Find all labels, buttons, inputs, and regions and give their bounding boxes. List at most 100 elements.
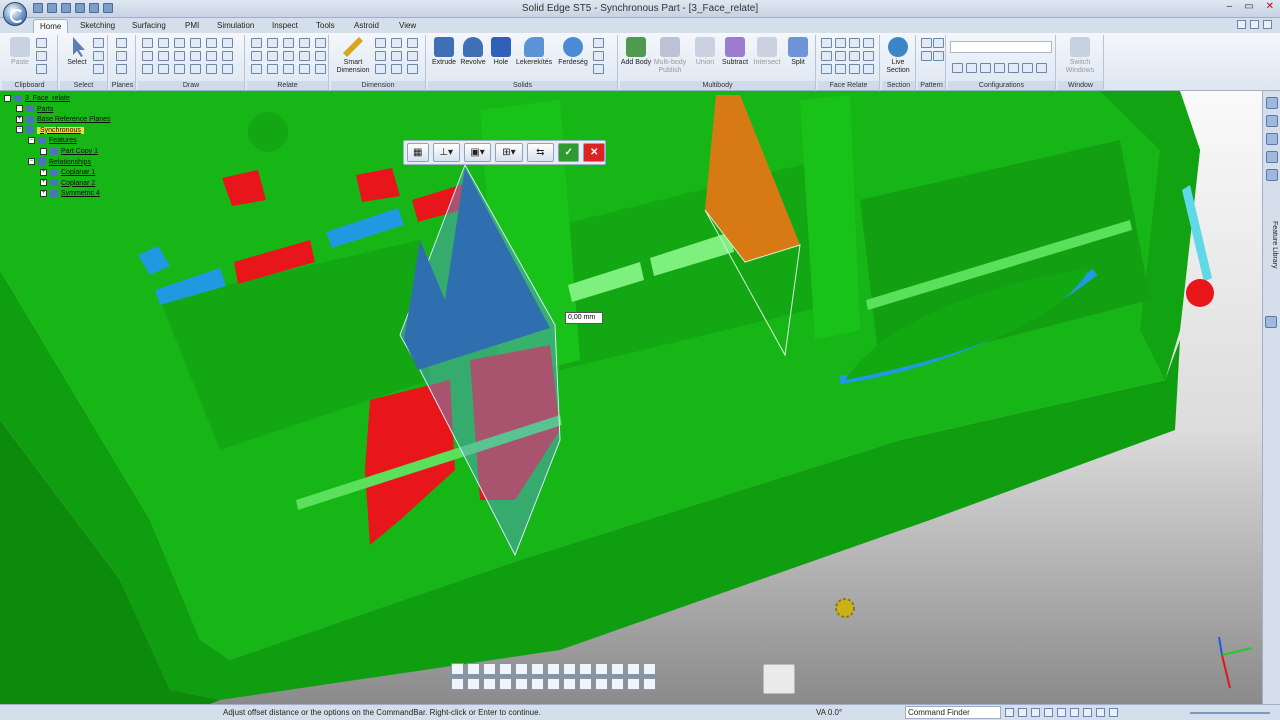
status-misc-icon[interactable] (1109, 708, 1118, 717)
lock-icon[interactable] (299, 38, 310, 48)
parallel-face-icon[interactable] (821, 51, 832, 61)
tree-item[interactable]: + Base Reference Planes (4, 115, 111, 126)
midpoint-icon[interactable] (267, 64, 278, 74)
status-render-icon[interactable] (1083, 708, 1092, 717)
dimension-style-icon[interactable] (375, 64, 386, 74)
symmetric-face-icon[interactable] (821, 64, 832, 74)
maximize-button[interactable]: ▭ (1244, 1, 1253, 12)
model-canvas[interactable] (0, 91, 1262, 704)
save-view-icon[interactable] (451, 678, 464, 690)
aligned-holes-icon[interactable] (835, 64, 846, 74)
layers-tab-icon[interactable] (1265, 115, 1278, 127)
expand-icon[interactable]: + (40, 179, 47, 187)
tab-sketching[interactable]: Sketching (74, 19, 121, 33)
application-button[interactable] (3, 2, 27, 26)
hole-button[interactable]: Hole (485, 37, 517, 67)
tangent-icon[interactable] (283, 51, 294, 61)
tree-item[interactable]: Part Copy 1 (4, 147, 111, 158)
select-button[interactable]: Select (61, 37, 93, 67)
tree-item[interactable]: + Symmetric 4 (4, 189, 111, 200)
fit-icon[interactable] (499, 663, 512, 675)
perpendicular-face-icon[interactable] (835, 51, 846, 61)
equal-icon[interactable] (299, 51, 310, 61)
minimize-button[interactable]: – (1227, 1, 1233, 12)
extend-icon[interactable] (190, 51, 201, 61)
collapse-icon[interactable]: − (28, 158, 35, 166)
cancel-button[interactable]: ✕ (583, 143, 605, 162)
status-zoom-icon[interactable] (1018, 708, 1027, 717)
status-view-icon[interactable] (1057, 708, 1066, 717)
project-icon[interactable] (222, 38, 233, 48)
circle-icon[interactable] (142, 64, 153, 74)
arc-icon[interactable] (158, 38, 169, 48)
fillet-2d-icon[interactable] (206, 38, 217, 48)
split-button[interactable]: Split (782, 37, 814, 67)
tab-home[interactable]: Home (33, 19, 69, 33)
mirror-icon[interactable] (190, 64, 201, 74)
keep-dropdown-icon[interactable]: ▣▾ (463, 143, 492, 162)
tab-view[interactable]: View (393, 19, 422, 33)
spline-icon[interactable] (174, 51, 185, 61)
connect-icon[interactable] (251, 38, 262, 48)
scale-icon[interactable] (206, 64, 217, 74)
symmetric-icon[interactable] (315, 51, 326, 61)
maintain-icon[interactable] (299, 64, 310, 74)
zoom-slider[interactable] (1190, 712, 1270, 714)
polygon-icon[interactable] (158, 51, 169, 61)
section-view-icon[interactable] (595, 678, 608, 690)
tab-inspect[interactable]: Inspect (266, 19, 304, 33)
offset-icon[interactable] (206, 51, 217, 61)
top-view-icon[interactable] (499, 678, 512, 690)
pattern-along-curve-icon[interactable] (933, 51, 944, 61)
right-view-icon[interactable] (531, 678, 544, 690)
settings-tab-icon[interactable] (1265, 316, 1277, 328)
live-section-button[interactable]: Live Section (882, 37, 914, 75)
previous-view-icon[interactable] (467, 678, 480, 690)
tree-item[interactable]: − Relationships (4, 158, 111, 169)
close-button[interactable]: ✕ (1266, 1, 1274, 12)
add-body-button[interactable]: Add Body (620, 37, 652, 67)
tree-item[interactable]: Parts (4, 105, 111, 116)
distance-between-icon[interactable] (375, 38, 386, 48)
status-fit-icon[interactable] (1005, 708, 1014, 717)
tab-astroid[interactable]: Astroid (348, 19, 385, 33)
zoom-area-icon[interactable] (467, 663, 480, 675)
symmetric-diameter-icon[interactable] (407, 38, 418, 48)
rigid-face-icon[interactable] (849, 64, 860, 74)
command-finder-input[interactable]: Command Finder (905, 706, 1001, 719)
display-config-icon[interactable] (952, 63, 963, 73)
include-icon[interactable] (222, 51, 233, 61)
tab-tools[interactable]: Tools (310, 19, 341, 33)
offset-plane-icon[interactable]: ▦ (407, 143, 429, 162)
tangent-face-icon[interactable] (849, 51, 860, 61)
construction-icon[interactable] (222, 64, 233, 74)
ribbon-minimize-icon[interactable] (1250, 20, 1259, 29)
tab-pmi[interactable]: PMI (179, 19, 205, 33)
dimetric-view-icon[interactable] (563, 678, 576, 690)
configuration-select[interactable] (950, 41, 1052, 53)
next-view-icon[interactable] (483, 678, 496, 690)
thread-icon[interactable] (593, 51, 604, 61)
angled-plane-icon[interactable] (116, 64, 127, 74)
tree-item[interactable]: + Coplanar 1 (4, 168, 111, 179)
collapse-icon[interactable]: − (16, 126, 23, 134)
iso-view-icon[interactable] (547, 678, 560, 690)
rotate-icon[interactable] (531, 663, 544, 675)
perpendicular-icon[interactable] (251, 51, 262, 61)
sketch-view-icon[interactable] (563, 663, 576, 675)
magnifier-button[interactable] (763, 664, 795, 694)
concentric-icon[interactable] (283, 38, 294, 48)
view-undo-icon[interactable] (451, 663, 464, 675)
visible-hidden-icon[interactable] (611, 663, 624, 675)
pattern-more-icon[interactable] (593, 64, 604, 74)
status-rotate-icon[interactable] (1044, 708, 1053, 717)
display-relations-icon[interactable] (627, 678, 640, 690)
select-tools-icon[interactable] (93, 64, 104, 74)
apply-config-icon[interactable] (980, 63, 991, 73)
coordinate-dimension-icon[interactable] (375, 51, 386, 61)
ground-icon[interactable] (863, 64, 874, 74)
collinear-icon[interactable] (267, 38, 278, 48)
intersect-button[interactable]: Intersect (750, 37, 784, 67)
thin-wall-icon[interactable] (593, 38, 604, 48)
subtract-button[interactable]: Subtract (718, 37, 752, 67)
